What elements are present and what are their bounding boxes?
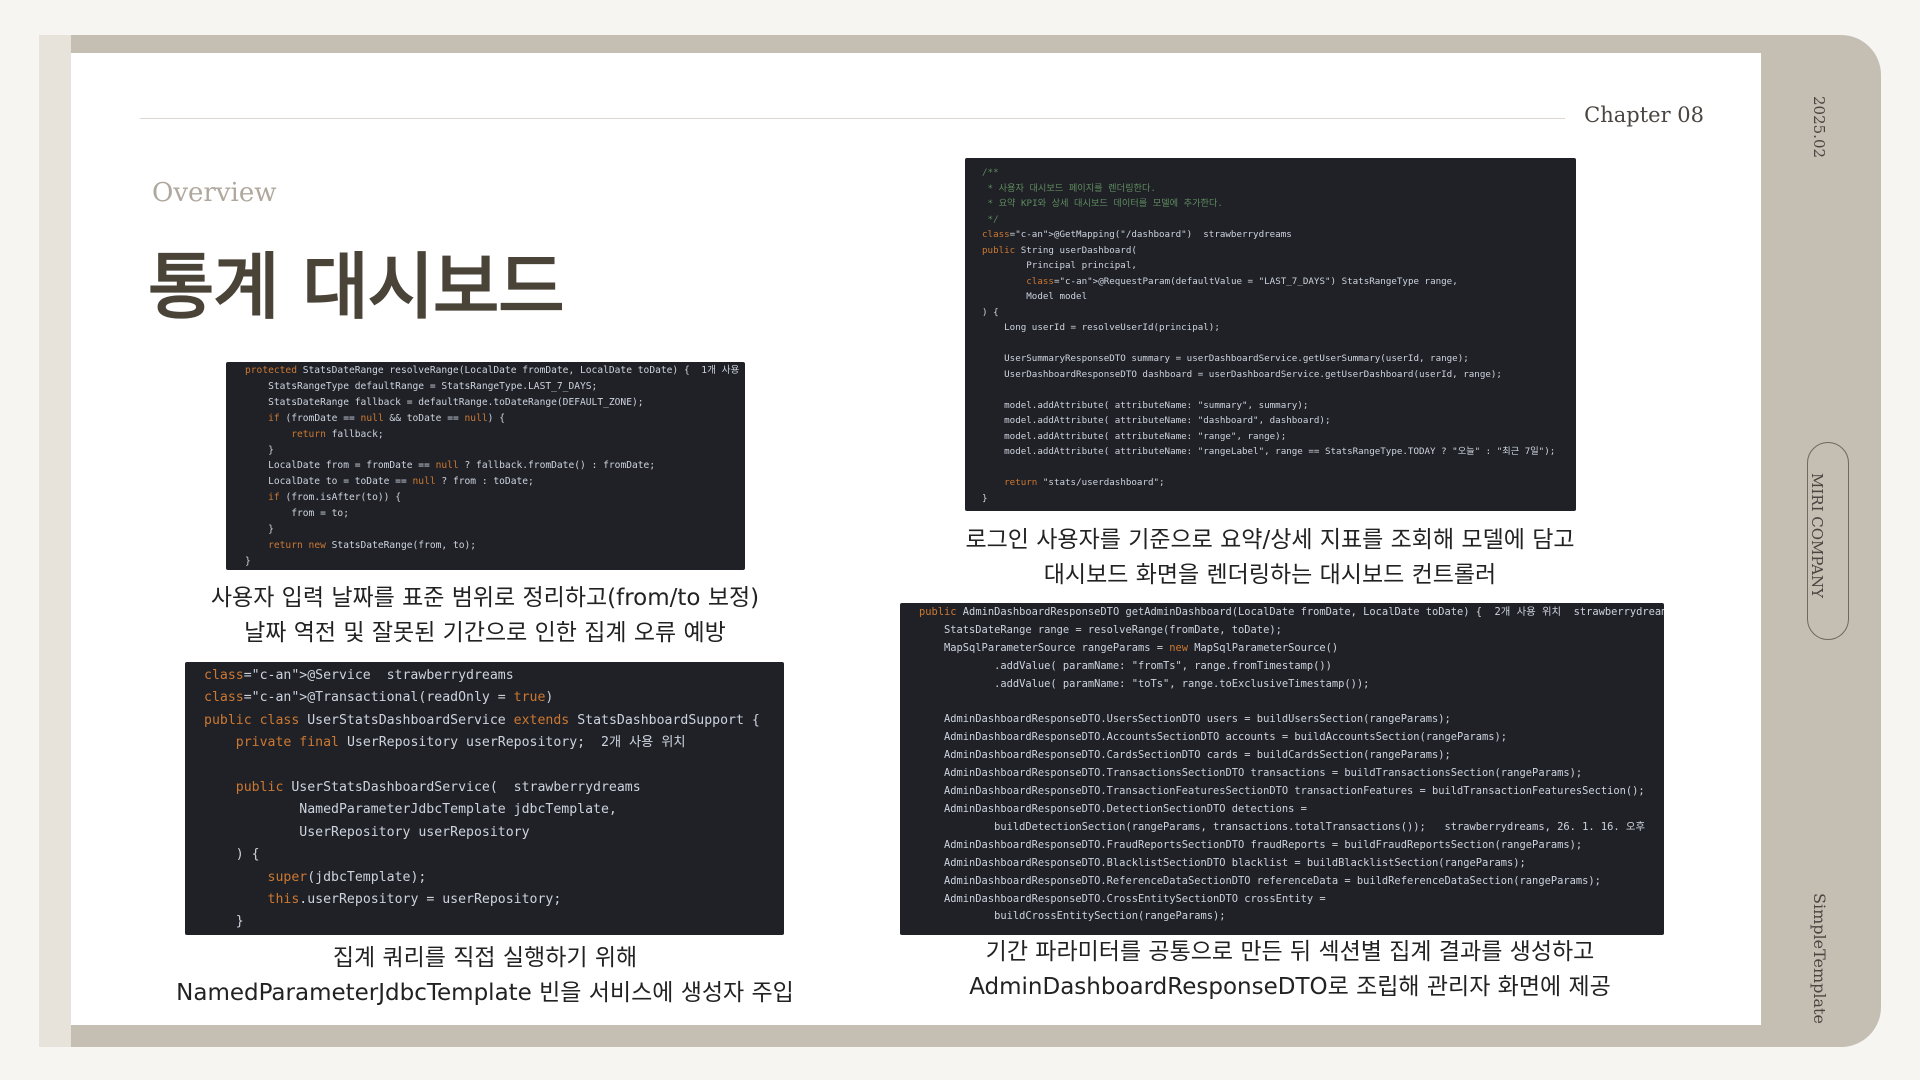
code-line: } xyxy=(245,444,274,456)
code-line: from = to; xyxy=(245,508,349,520)
code-snippet-user-stats-service: class="c-an">@Service strawberrydreams cl… xyxy=(185,662,784,935)
code-line: model.addAttribute( attributeName: "dash… xyxy=(982,415,1331,426)
code-line: class="c-an">@RequestParam(defaultValue … xyxy=(1026,275,1458,287)
code-line: StatsDateRange fallback = defaultRange.t… xyxy=(245,396,644,408)
code-line: class="c-an">@Transactional(readOnly = t… xyxy=(204,690,554,706)
caption-line-1: 기간 파라미터를 공통으로 만든 뒤 섹션별 집계 결과를 생성하고 xyxy=(985,939,1595,965)
code-line: .addValue( paramName: "toTs", range.toEx… xyxy=(919,677,1370,690)
caption-line-2: 대시보드 화면을 렌더링하는 대시보드 컨트롤러 xyxy=(1043,562,1497,588)
code-line: StatsDateRange range = resolveRange(from… xyxy=(919,623,1282,636)
caption-line-2: 날짜 역전 및 잘못된 기간으로 인한 집계 오류 예방 xyxy=(244,620,726,646)
code-line: AdminDashboardResponseDTO.TransactionsSe… xyxy=(919,767,1583,780)
slide-frame-left-edge xyxy=(39,35,71,1047)
code-snippet-resolve-range: protected StatsDateRange resolveRange(Lo… xyxy=(226,362,745,570)
code-line: ) { xyxy=(982,306,999,318)
code-line: } xyxy=(245,524,274,536)
code-line: /** xyxy=(982,167,999,178)
code-line: AdminDashboardResponseDTO.DetectionSecti… xyxy=(919,802,1307,815)
code-line: public String userDashboard( xyxy=(982,244,1137,256)
section-overline: Overview xyxy=(152,178,277,208)
code-line: class="c-an">@GetMapping("/dashboard") s… xyxy=(982,229,1292,240)
code-line: class="c-an">@Service strawberrydreams xyxy=(204,668,514,683)
code-line: return fallback; xyxy=(291,428,384,440)
code-line: UserDashboardResponseDTO dashboard = use… xyxy=(982,368,1502,380)
code-line: UserSummaryResponseDTO summary = userDas… xyxy=(982,353,1469,364)
caption-line-1: 사용자 입력 날짜를 표준 범위로 정리하고(from/to 보정) xyxy=(210,585,760,611)
caption-line-2: NamedParameterJdbcTemplate 빈을 서비스에 생성자 주… xyxy=(176,980,794,1006)
code-line: model.addAttribute( attributeName: "rang… xyxy=(982,446,1556,457)
code-line: * 요약 KPI와 상세 대시보드 데이터를 모델에 추가한다. xyxy=(982,198,1223,209)
code-line: if (from.isAfter(to)) { xyxy=(268,492,401,504)
code-line: UserRepository userRepository xyxy=(204,824,530,840)
code-line: AdminDashboardResponseDTO.CrossEntitySec… xyxy=(919,892,1326,905)
code-lines: /** * 사용자 대시보드 페이지를 렌더링한다. * 요약 KPI와 상세 … xyxy=(965,158,1576,506)
caption-user-stats-service: 집계 쿼리를 직접 실행하기 위해 NamedParameterJdbcTemp… xyxy=(140,941,830,1011)
side-company: MIRI COMPANY xyxy=(1808,473,1826,598)
caption-resolve-range: 사용자 입력 날짜를 표준 범위로 정리하고(from/to 보정) 날짜 역전… xyxy=(160,581,810,651)
code-line: MapSqlParameterSource rangeParams = new … xyxy=(919,641,1339,654)
caption-admin-dashboard: 기간 파라미터를 공통으로 만든 뒤 섹션별 집계 결과를 생성하고 Admin… xyxy=(920,935,1660,1005)
code-line: AdminDashboardResponseDTO.AccountsSectio… xyxy=(919,731,1508,744)
code-line: Long userId = resolveUserId(principal); xyxy=(982,322,1220,333)
code-line: protected StatsDateRange resolveRange(Lo… xyxy=(245,365,745,376)
code-line: return new StatsDateRange(from, to); xyxy=(268,539,477,551)
code-line: if (fromDate == null && toDate == null) … xyxy=(268,412,505,424)
code-line: AdminDashboardResponseDTO.FraudReportsSe… xyxy=(919,838,1583,851)
code-lines: class="c-an">@Service strawberrydreams cl… xyxy=(185,662,784,934)
code-line: } xyxy=(245,555,251,567)
code-lines: public AdminDashboardResponseDTO getAdmi… xyxy=(900,603,1664,926)
code-line: AdminDashboardResponseDTO.BlacklistSecti… xyxy=(919,856,1526,869)
code-lines: protected StatsDateRange resolveRange(Lo… xyxy=(226,362,745,570)
code-line: NamedParameterJdbcTemplate jdbcTemplate, xyxy=(204,802,617,818)
code-line: } xyxy=(982,492,988,504)
code-line: Principal principal, xyxy=(982,260,1137,271)
code-line: AdminDashboardResponseDTO.TransactionFea… xyxy=(919,785,1645,798)
code-line: model.addAttribute( attributeName: "summ… xyxy=(982,399,1309,411)
code-line: private final UserRepository userReposit… xyxy=(235,735,686,751)
code-line: LocalDate to = toDate == null ? from : t… xyxy=(245,476,534,488)
side-template: SimpleTemplate xyxy=(1810,893,1829,1024)
chapter-label: Chapter 08 xyxy=(1584,103,1704,127)
code-line: * 사용자 대시보드 페이지를 렌더링한다. xyxy=(982,182,1156,194)
code-line: AdminDashboardResponseDTO.ReferenceDataS… xyxy=(919,874,1601,887)
code-line: AdminDashboardResponseDTO.UsersSectionDT… xyxy=(919,713,1451,726)
code-snippet-admin-dashboard: public AdminDashboardResponseDTO getAdmi… xyxy=(900,603,1664,935)
code-line: } xyxy=(204,914,244,930)
code-line: super(jdbcTemplate); xyxy=(267,869,427,885)
side-date: 2025.02 xyxy=(1810,96,1828,159)
code-line: */ xyxy=(982,213,999,225)
caption-line-2: AdminDashboardResponseDTO로 조립해 관리자 화면에 제… xyxy=(969,974,1611,1000)
code-line: LocalDate from = fromDate == null ? fall… xyxy=(245,460,656,472)
code-line: this.userRepository = userRepository; xyxy=(267,892,562,908)
code-snippet-user-dashboard-controller: /** * 사용자 대시보드 페이지를 렌더링한다. * 요약 KPI와 상세 … xyxy=(965,158,1576,511)
caption-user-dashboard-controller: 로그인 사용자를 기준으로 요약/상세 지표를 조회해 모델에 담고 대시보드 … xyxy=(930,523,1610,593)
code-line: buildDetectionSection(rangeParams, trans… xyxy=(919,820,1646,833)
code-line: AdminDashboardResponseDTO.CardsSectionDT… xyxy=(919,749,1451,762)
code-line: public AdminDashboardResponseDTO getAdmi… xyxy=(919,606,1664,618)
code-line: return "stats/userdashboard"; xyxy=(1004,477,1165,488)
code-line: StatsRangeType defaultRange = StatsRange… xyxy=(245,380,598,392)
code-line: ) { xyxy=(204,847,260,863)
code-line: model.addAttribute( attributeName: "rang… xyxy=(982,430,1287,442)
caption-line-1: 로그인 사용자를 기준으로 요약/상세 지표를 조회해 모델에 담고 xyxy=(965,527,1575,553)
caption-line-1: 집계 쿼리를 직접 실행하기 위해 xyxy=(332,945,638,971)
code-line: public class UserStatsDashboardService e… xyxy=(204,712,760,728)
code-line: .addValue( paramName: "fromTs", range.fr… xyxy=(919,659,1332,672)
code-line: buildCrossEntitySection(rangeParams); xyxy=(919,910,1226,923)
page-title: 통계 대시보드 xyxy=(148,245,565,329)
code-line: public UserStatsDashboardService( strawb… xyxy=(235,780,641,796)
code-line: Model model xyxy=(982,291,1088,302)
header-rule xyxy=(140,118,1565,119)
